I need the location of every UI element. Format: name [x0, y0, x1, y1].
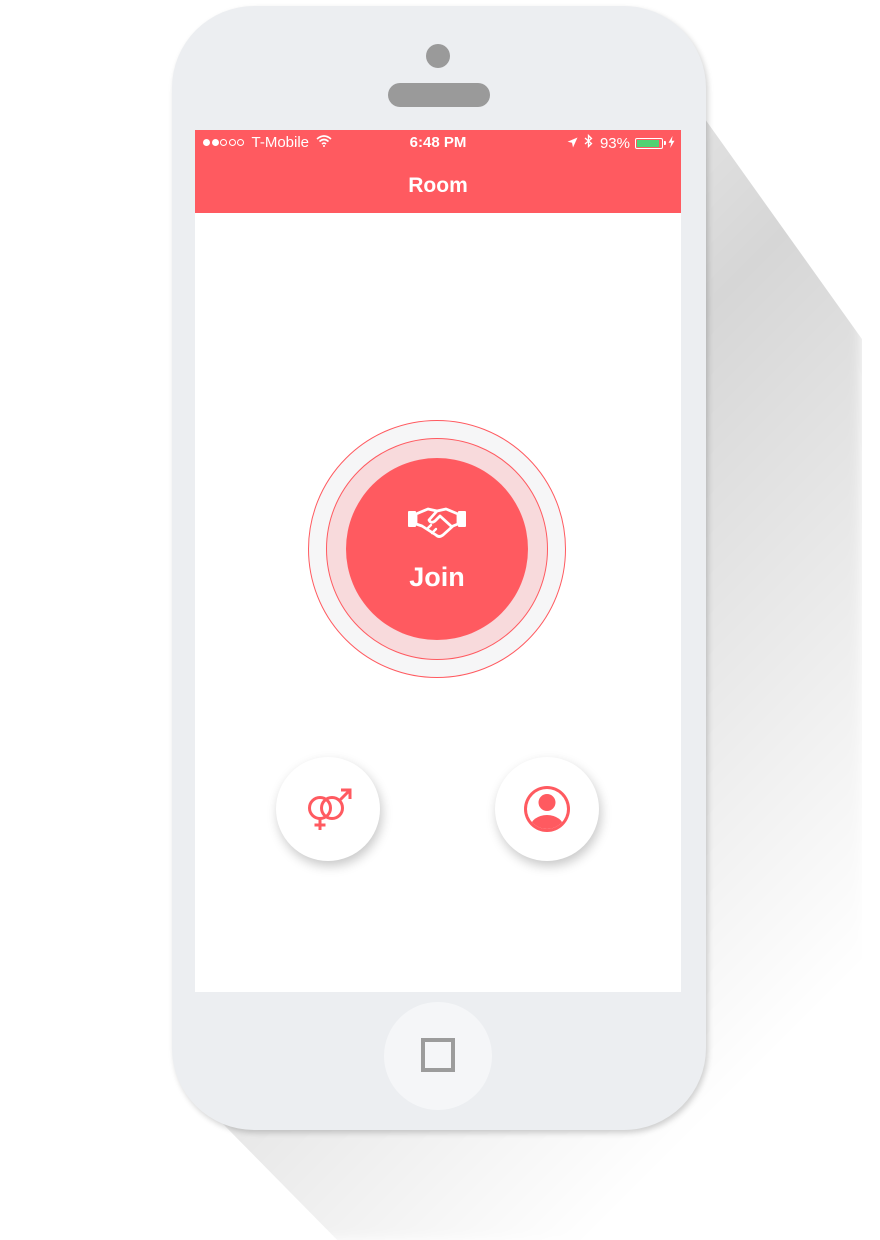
earpiece-speaker [388, 83, 490, 107]
app-screen: T-Mobile 6:48 PM 93% Room Join [195, 130, 681, 992]
bluetooth-icon [584, 133, 593, 152]
phone-frame: T-Mobile 6:48 PM 93% Room Join [172, 6, 706, 1130]
square-icon [421, 1038, 455, 1072]
location-arrow-icon [567, 135, 578, 152]
status-right: 93% [567, 133, 675, 152]
battery-percent: 93% [599, 134, 630, 152]
stage: T-Mobile 6:48 PM 93% Room Join [0, 0, 880, 1240]
home-button[interactable] [384, 1002, 492, 1110]
page-title: Room [408, 174, 468, 197]
join-button[interactable]: Join [346, 458, 528, 640]
battery-icon [635, 137, 666, 149]
gender-symbols-icon [308, 788, 352, 830]
charging-bolt-icon [668, 135, 675, 152]
join-label: Join [409, 562, 465, 592]
user-profile-icon [524, 786, 570, 832]
battery-cap [664, 140, 666, 145]
profile-button[interactable] [495, 757, 599, 861]
battery-level-fill [637, 139, 660, 147]
handshake-icon [407, 502, 467, 542]
nav-header: T-Mobile 6:48 PM 93% Room [195, 130, 681, 213]
front-camera [426, 44, 450, 68]
status-bar: T-Mobile 6:48 PM 93% [195, 130, 681, 156]
gender-filter-button[interactable] [276, 757, 380, 861]
